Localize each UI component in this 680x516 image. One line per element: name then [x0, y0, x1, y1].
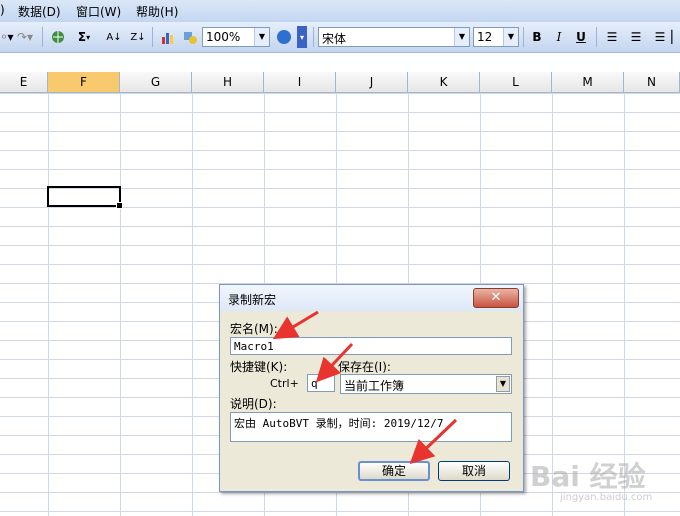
arrow-to-ok-button	[409, 418, 458, 465]
watermark-logo: Bai 经验	[530, 460, 646, 493]
arrow-to-macro-name	[272, 310, 319, 340]
watermark-url: jingyan.baidu.com	[560, 492, 653, 503]
annotation-arrows	[272, 310, 458, 465]
arrow-to-shortcut	[315, 342, 354, 383]
